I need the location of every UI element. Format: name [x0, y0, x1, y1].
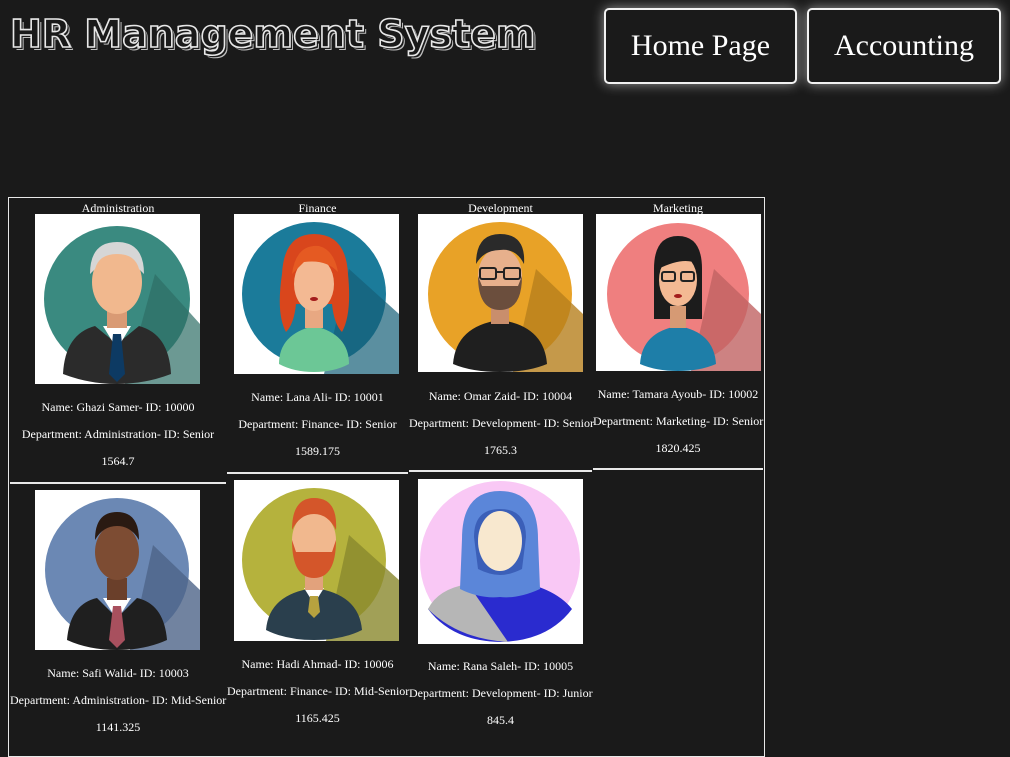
- employee-department: Department: Administration- ID: Senior: [21, 427, 215, 441]
- employee-card-ghazi: Name: Ghazi Samer- ID: 10000 Department:…: [10, 394, 226, 475]
- employee-card-tamara: Name: Tamara Ayoub- ID: 10002 Department…: [593, 381, 763, 462]
- employee-name: Name: Lana Ali- ID: 10001: [251, 390, 384, 404]
- home-page-button[interactable]: Home Page: [604, 8, 797, 84]
- employee-department: Department: Finance- ID: Senior: [238, 417, 397, 431]
- employee-card-lana: Name: Lana Ali- ID: 10001 Department: Fi…: [227, 384, 408, 465]
- row-divider: [227, 472, 408, 474]
- row-divider: [10, 482, 226, 484]
- app-title: HR Management System: [9, 11, 536, 57]
- employee-card-safi: Name: Safi Walid- ID: 10003 Department: …: [10, 660, 226, 741]
- row-divider: [409, 470, 592, 472]
- employee-salary: 845.4: [487, 713, 514, 727]
- employee-department: Department: Development- ID: Junior: [409, 686, 593, 700]
- employee-salary: 1165.425: [295, 711, 340, 725]
- employee-department: Department: Marketing- ID: Senior: [593, 414, 764, 428]
- employee-salary: 1141.325: [95, 720, 141, 734]
- employee-salary: 1765.3: [484, 443, 517, 457]
- employee-salary: 1589.175: [295, 444, 340, 458]
- employee-name: Name: Rana Saleh- ID: 10005: [427, 659, 574, 673]
- employee-name: Name: Omar Zaid- ID: 10004: [428, 389, 573, 403]
- employee-name: Name: Hadi Ahmad- ID: 10006: [241, 657, 394, 671]
- old-man-suit-avatar-icon: [35, 214, 200, 384]
- employee-salary: 1564.7: [101, 454, 135, 468]
- accounting-button[interactable]: Accounting: [807, 8, 1001, 84]
- employee-department: Department: Development- ID: Senior: [409, 416, 594, 430]
- employee-card-omar: Name: Omar Zaid- ID: 10004 Department: D…: [409, 383, 594, 464]
- hijab-woman-avatar-icon: [418, 479, 583, 644]
- employee-card-rana: Name: Rana Saleh- ID: 10005 Department: …: [409, 653, 593, 734]
- bearded-man-glasses-avatar-icon: [418, 214, 583, 372]
- man-suit-avatar-icon: [35, 490, 200, 650]
- employee-department: Department: Administration- ID: Mid-Seni…: [10, 693, 227, 707]
- employee-name: Name: Tamara Ayoub- ID: 10002: [597, 387, 759, 401]
- employee-name: Name: Ghazi Samer- ID: 10000: [41, 400, 195, 414]
- woman-glasses-avatar-icon: [596, 214, 761, 371]
- employee-salary: 1820.425: [655, 441, 701, 455]
- employee-card-hadi: Name: Hadi Ahmad- ID: 10006 Department: …: [227, 651, 410, 732]
- red-beard-man-avatar-icon: [234, 480, 399, 641]
- employee-department: Department: Finance- ID: Mid-Senior: [227, 684, 410, 698]
- row-divider: [593, 468, 763, 470]
- red-hair-woman-avatar-icon: [234, 214, 399, 374]
- employee-name: Name: Safi Walid- ID: 10003: [47, 666, 189, 680]
